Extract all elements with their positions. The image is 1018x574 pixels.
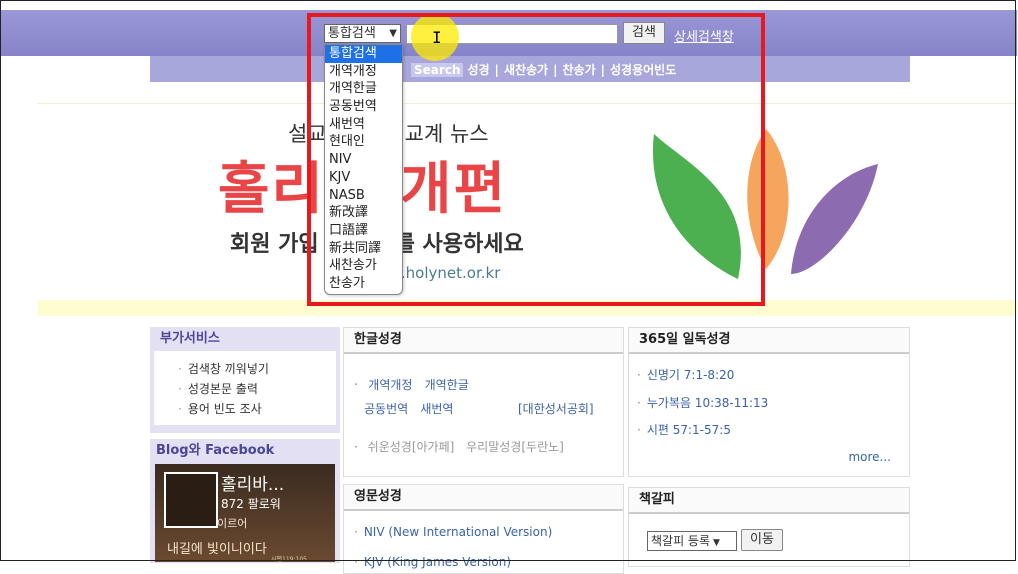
services-panel: 부가서비스 검색창 끼워넣기 성경본문 출력 용어 빈도 조사 bbox=[150, 327, 340, 433]
facebook-widget[interactable]: 홀리바... 872 팔로워 이르어 내길에 빛이니이다 시편119:105 bbox=[155, 464, 335, 563]
english-bible-title: 영문성경 bbox=[344, 485, 623, 511]
bookmark-title: 책갈피 bbox=[629, 488, 909, 514]
korean-bible-panel: 한글성경 개역개정 개역한글 공동번역 새번역 [대한성서공회] 쉬운성경[아가… bbox=[343, 327, 624, 477]
reading-item[interactable]: 신명기 7:1-8:20 bbox=[637, 366, 735, 383]
service-link-word-frequency[interactable]: 용어 빈도 조사 bbox=[178, 399, 336, 419]
link-new-translation[interactable]: 새번역 bbox=[420, 402, 453, 416]
reading-item[interactable]: 누가복음 10:38-11:13 bbox=[637, 394, 768, 411]
link-woorimal-bible[interactable]: 우리말성경[두란노] bbox=[466, 440, 564, 454]
link-easy-bible[interactable]: 쉬운성경[아가페] bbox=[368, 440, 455, 454]
facebook-followers: 872 팔로워 bbox=[221, 497, 281, 511]
facebook-page-name: 홀리바... bbox=[221, 475, 285, 495]
link-bible-society[interactable]: [대한성서공회] bbox=[518, 400, 594, 417]
bookmark-go-button[interactable]: 이동 bbox=[741, 529, 783, 551]
link-revised-version[interactable]: 개역개정 bbox=[368, 378, 412, 392]
service-link-print-bible[interactable]: 성경본문 출력 bbox=[178, 379, 336, 399]
annotation-highlight-box bbox=[307, 13, 765, 306]
bookmark-select[interactable]: 책갈피 등록 ▼ bbox=[647, 531, 737, 551]
bookmark-panel: 책갈피 책갈피 등록 ▼ 이동 bbox=[628, 487, 910, 567]
daily-reading-title: 365일 일독성경 bbox=[629, 328, 909, 354]
facebook-verse-line: 내길에 빛이니이다 bbox=[167, 542, 267, 557]
link-kjv[interactable]: KJV (King James Version) bbox=[354, 555, 511, 569]
link-korean-revised[interactable]: 개역한글 bbox=[425, 378, 469, 392]
daily-reading-panel: 365일 일독성경 신명기 7:1-8:20 누가복음 10:38-11:13 … bbox=[628, 327, 910, 477]
facebook-avatar bbox=[164, 472, 218, 528]
more-link[interactable]: more... bbox=[848, 450, 891, 464]
korean-bible-title: 한글성경 bbox=[344, 328, 623, 354]
services-title: 부가서비스 bbox=[150, 327, 340, 351]
chevron-down-icon: ▼ bbox=[713, 538, 720, 548]
link-common-translation[interactable]: 공동번역 bbox=[364, 402, 408, 416]
facebook-verse-ref: 시편119:105 bbox=[271, 556, 307, 563]
english-bible-panel: 영문성경 NIV (New International Version) KJV… bbox=[343, 484, 624, 574]
facebook-verse-text: 이르어 bbox=[217, 517, 248, 530]
blog-title: Blog와 Facebook bbox=[150, 439, 340, 463]
service-link-embed-search[interactable]: 검색창 끼워넣기 bbox=[178, 359, 336, 379]
reading-item[interactable]: 시편 57:1-57:5 bbox=[637, 421, 731, 438]
link-niv[interactable]: NIV (New International Version) bbox=[354, 525, 552, 539]
